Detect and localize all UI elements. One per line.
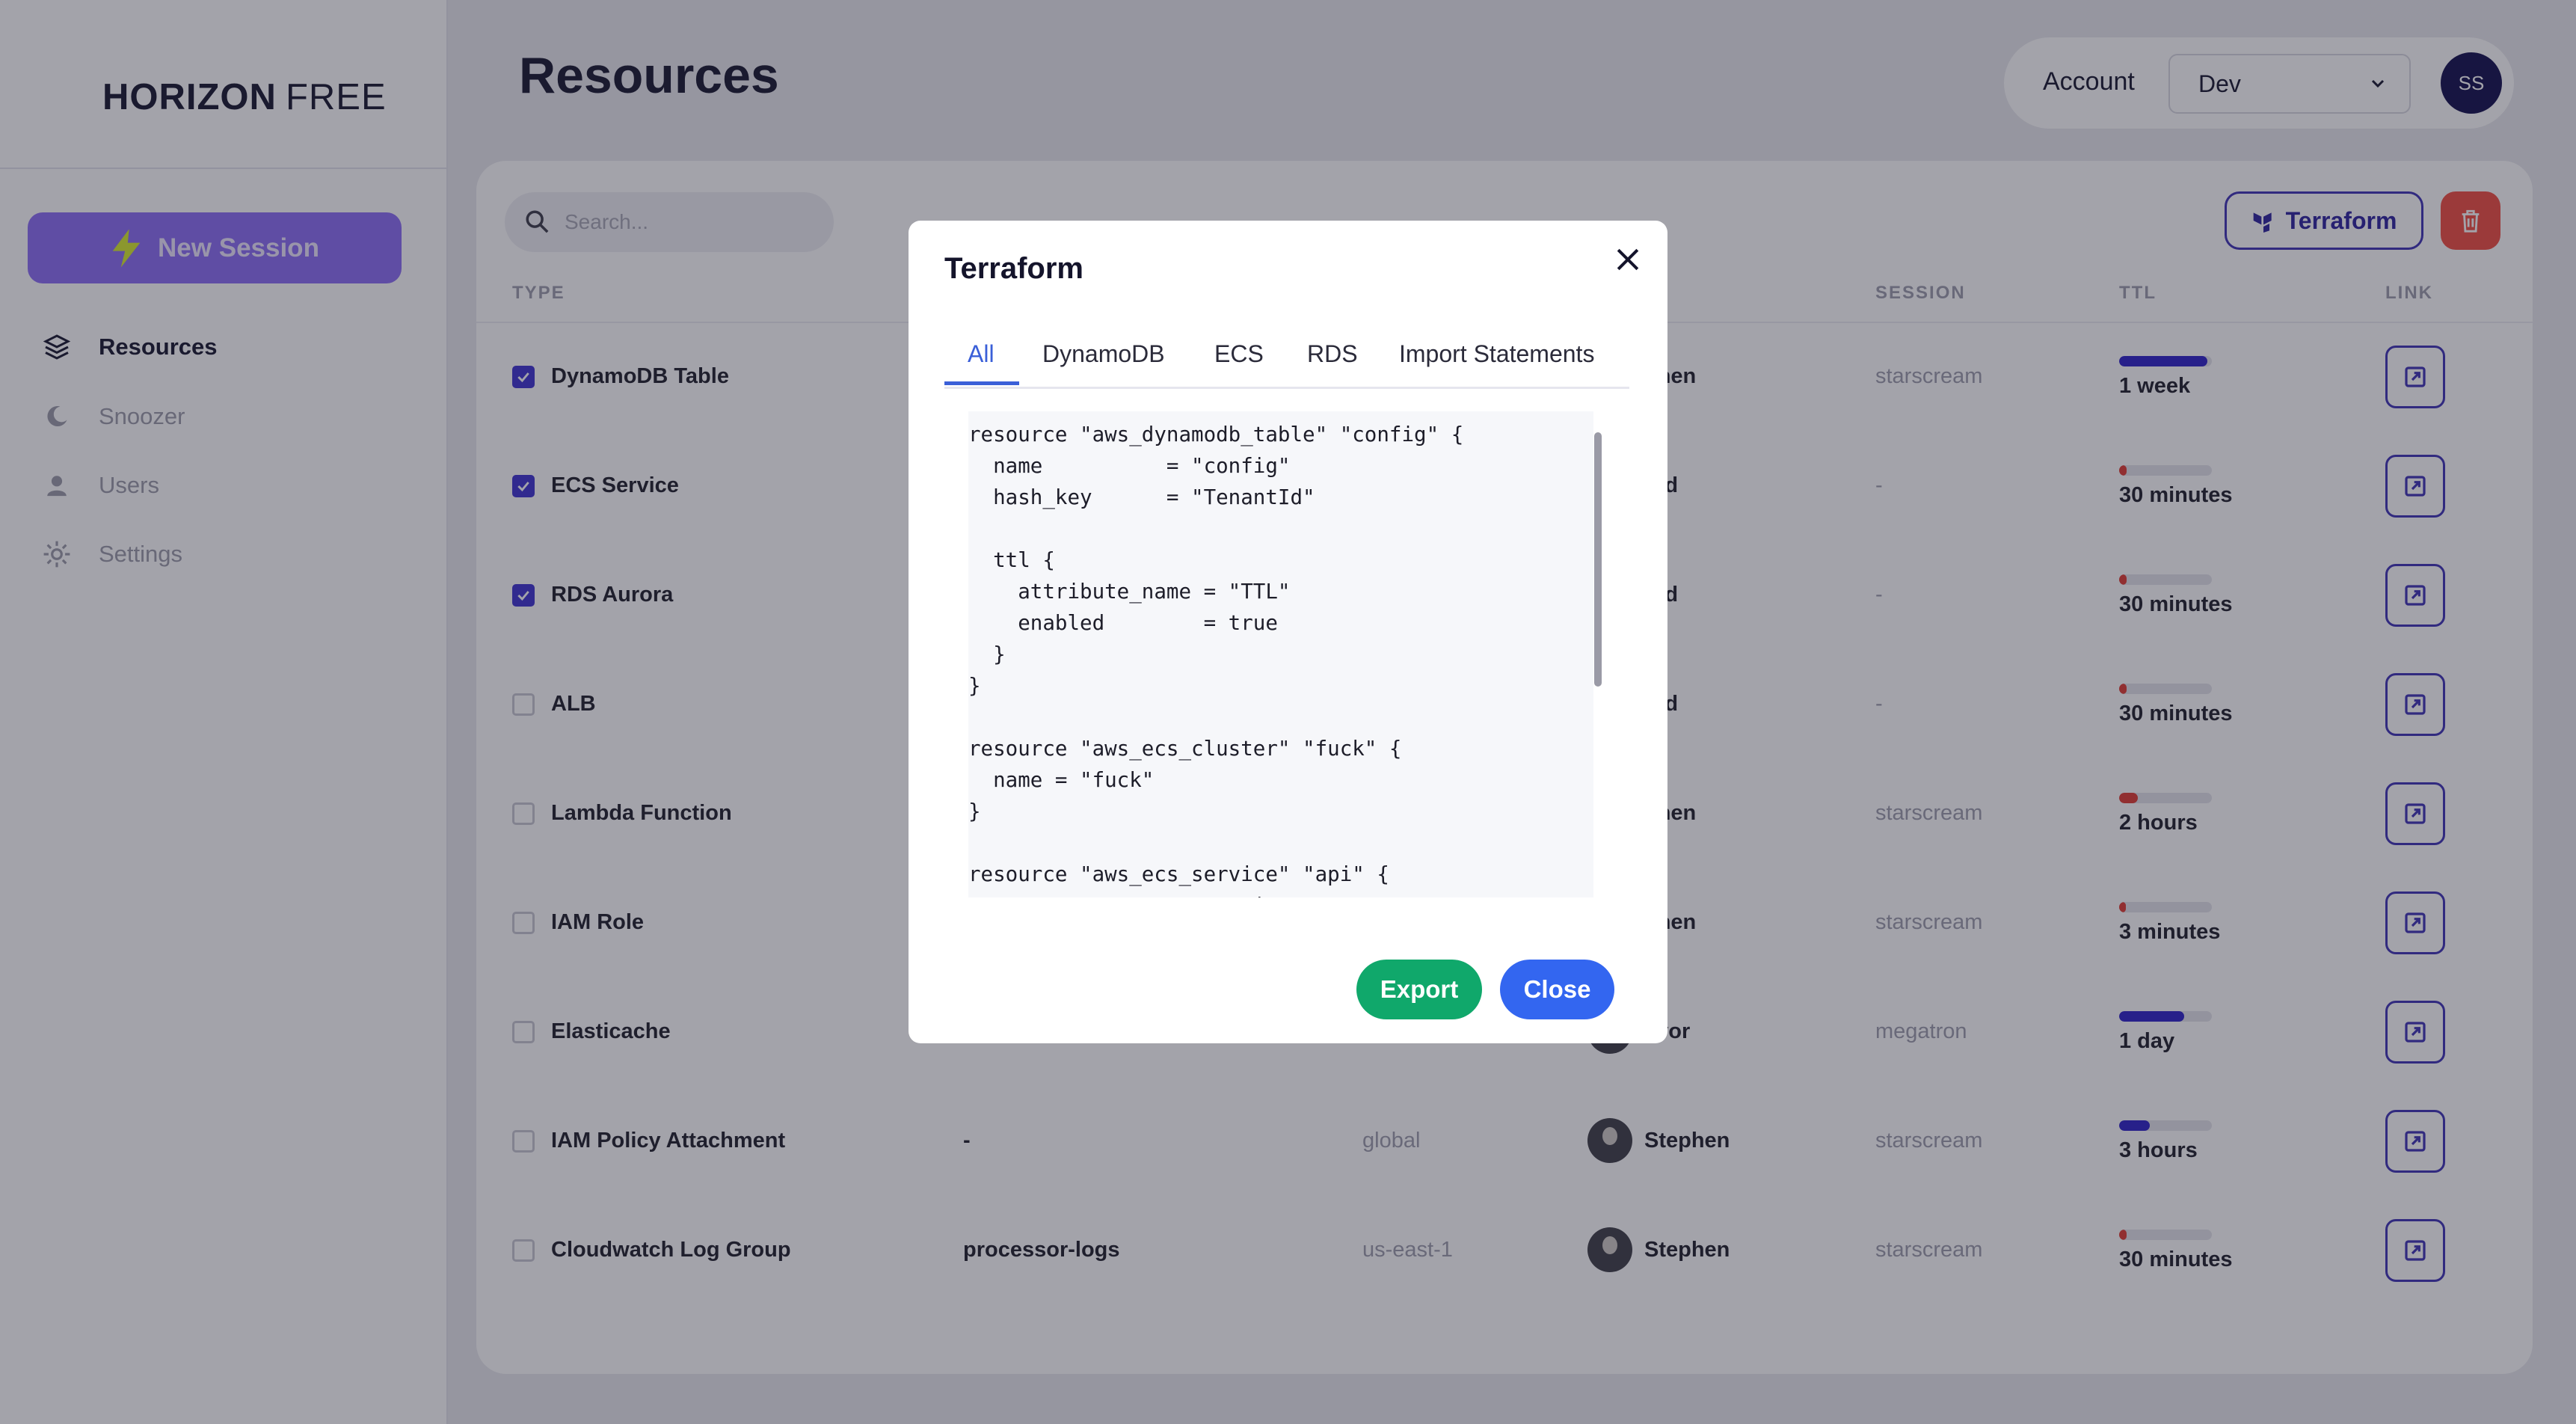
modal-title: Terraform bbox=[944, 252, 1083, 285]
code-viewer[interactable]: resource "aws_dynamodb_table" "config" {… bbox=[968, 411, 1593, 897]
modal-tabs: All DynamoDB ECS RDS Import Statements bbox=[944, 333, 1629, 389]
tab-import-statements[interactable]: Import Statements bbox=[1399, 340, 1594, 368]
tab-rds[interactable]: RDS bbox=[1307, 340, 1358, 368]
close-button[interactable]: Close bbox=[1500, 960, 1614, 1019]
code-scrollbar[interactable] bbox=[1594, 432, 1602, 687]
active-tab-indicator bbox=[944, 381, 1019, 385]
terraform-modal: Terraform All DynamoDB ECS RDS Import St… bbox=[909, 221, 1667, 1043]
terraform-code: resource "aws_dynamodb_table" "config" {… bbox=[968, 423, 1464, 897]
export-button[interactable]: Export bbox=[1356, 960, 1482, 1019]
tab-dynamodb[interactable]: DynamoDB bbox=[1042, 340, 1165, 368]
close-icon[interactable] bbox=[1611, 243, 1644, 276]
tab-all[interactable]: All bbox=[968, 340, 995, 368]
tab-ecs[interactable]: ECS bbox=[1214, 340, 1264, 368]
